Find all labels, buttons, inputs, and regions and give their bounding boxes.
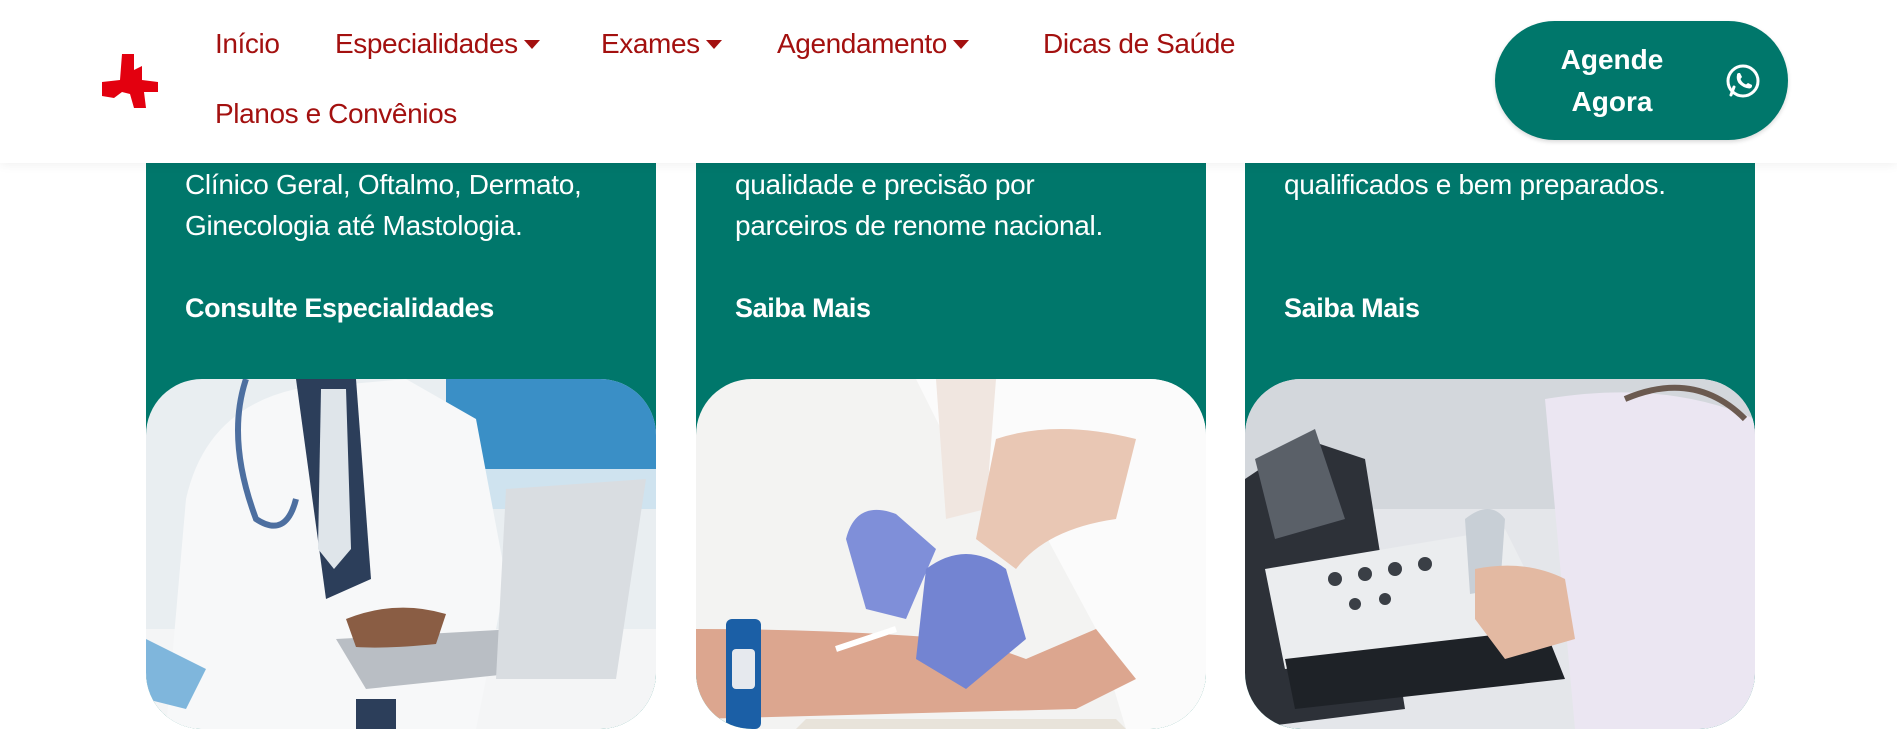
nav-dicas-de-saude[interactable]: Dicas de Saúde (1043, 28, 1235, 60)
agende-agora-button[interactable]: Agende Agora (1495, 21, 1788, 140)
nav-planos-e-convenios[interactable]: Planos e Convênios (215, 98, 457, 130)
card-description: qualificados e bem preparados. (1284, 169, 1666, 200)
caret-down-icon (952, 39, 969, 49)
doctor-at-laptop-photo (146, 379, 656, 729)
caret-down-icon (523, 39, 540, 49)
nav-exames[interactable]: Exames (601, 28, 722, 60)
site-header: Início Especialidades Exames Agendamento… (0, 0, 1897, 163)
blood-draw-photo (696, 379, 1206, 729)
card-description: Clínico Geral, Oftalmo, Dermato, Ginecol… (185, 169, 582, 241)
nav-inicio[interactable]: Início (215, 28, 280, 60)
medical-cross-logo[interactable] (100, 52, 160, 112)
ultrasound-exam-photo (1245, 379, 1755, 729)
caret-down-icon (705, 39, 722, 49)
saiba-mais-link[interactable]: Saiba Mais (735, 293, 871, 324)
card-description: qualidade e precisão por parceiros de re… (735, 169, 1103, 241)
nav-especialidades[interactable]: Especialidades (335, 28, 540, 60)
consulte-especialidades-link[interactable]: Consulte Especialidades (185, 293, 494, 324)
whatsapp-icon (1726, 64, 1760, 97)
saiba-mais-link[interactable]: Saiba Mais (1284, 293, 1420, 324)
nav-agendamento[interactable]: Agendamento (777, 28, 969, 60)
